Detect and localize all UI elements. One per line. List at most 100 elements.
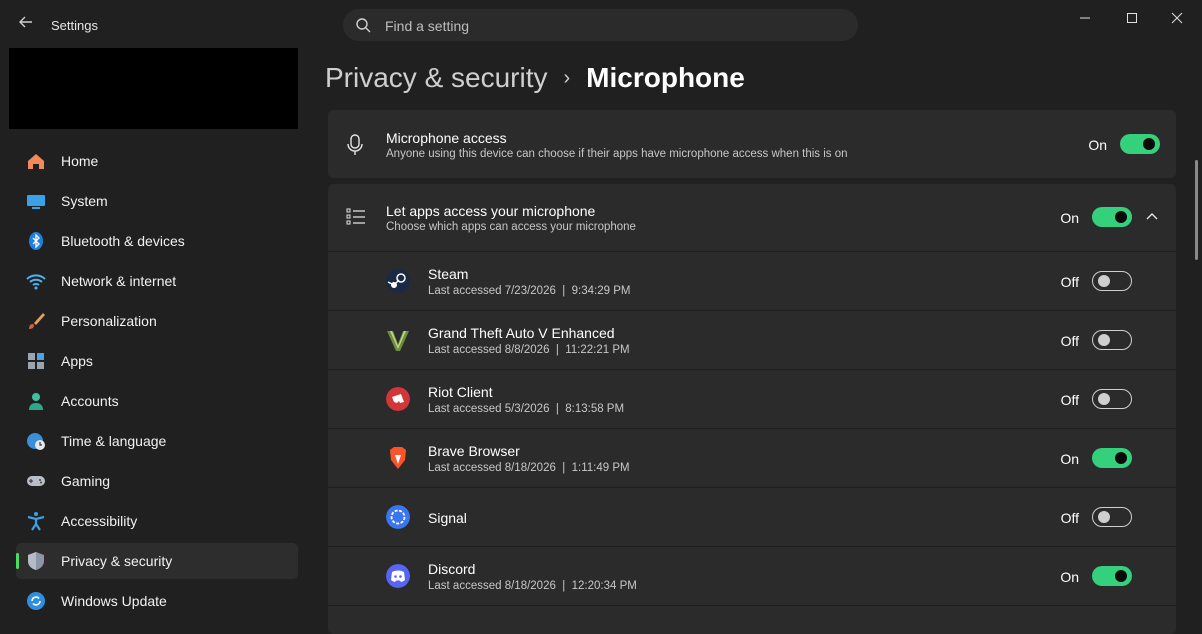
app-toggle[interactable] bbox=[1092, 507, 1132, 527]
close-icon[interactable] bbox=[1162, 8, 1192, 28]
gta-icon bbox=[387, 331, 409, 351]
apps-access-subtitle: Choose which apps can access your microp… bbox=[386, 221, 636, 233]
search-box[interactable] bbox=[343, 9, 858, 43]
signal-icon bbox=[386, 505, 410, 529]
microphone-access-title: Microphone access bbox=[386, 130, 507, 146]
apps-access-card: Let apps access your microphone Choose w… bbox=[328, 184, 1176, 634]
apps-access-header[interactable]: Let apps access your microphone Choose w… bbox=[328, 184, 1176, 251]
globe-clock-icon bbox=[27, 433, 45, 450]
sidebar-item-gaming[interactable]: Gaming bbox=[16, 463, 298, 499]
sidebar-item-home[interactable]: Home bbox=[16, 143, 298, 179]
apps-access-toggle[interactable] bbox=[1092, 207, 1132, 227]
back-arrow-icon[interactable] bbox=[16, 14, 36, 34]
page-title: Microphone bbox=[586, 62, 745, 93]
app-row-gta: Grand Theft Auto V Enhanced Last accesse… bbox=[328, 311, 1176, 369]
chevron-right-icon: › bbox=[563, 66, 571, 89]
app-state: Off bbox=[1060, 392, 1079, 408]
app-last-accessed: Last accessed 8/18/2026 | 1:11:49 PM bbox=[428, 462, 630, 474]
app-toggle[interactable] bbox=[1092, 389, 1132, 409]
system-icon bbox=[27, 195, 45, 209]
microphone-access-toggle[interactable] bbox=[1120, 134, 1160, 154]
sidebar-nav: Home System Bluetooth & devices Network … bbox=[16, 143, 298, 623]
sidebar-item-bluetooth[interactable]: Bluetooth & devices bbox=[16, 223, 298, 259]
sidebar-item-label: Network & internet bbox=[61, 273, 177, 289]
sidebar-item-label: Home bbox=[61, 153, 99, 169]
sidebar-item-label: Time & language bbox=[61, 433, 167, 449]
sidebar-item-label: Accessibility bbox=[61, 513, 138, 529]
sidebar-item-label: Windows Update bbox=[61, 593, 167, 609]
breadcrumb: Privacy & security › Microphone bbox=[325, 58, 745, 98]
brave-icon bbox=[390, 447, 406, 469]
sidebar-item-time-language[interactable]: Time & language bbox=[16, 423, 298, 459]
sidebar-item-accessibility[interactable]: Accessibility bbox=[16, 503, 298, 539]
app-state: On bbox=[1060, 451, 1079, 467]
app-last-accessed: Last accessed 8/8/2026 | 11:22:21 PM bbox=[428, 344, 630, 356]
app-last-accessed: Last accessed 7/23/2026 | 9:34:29 PM bbox=[428, 285, 631, 297]
sidebar-item-accounts[interactable]: Accounts bbox=[16, 383, 298, 419]
brush-icon bbox=[29, 313, 45, 329]
app-title: Settings bbox=[51, 18, 98, 33]
accounts-icon bbox=[29, 393, 43, 410]
scrollbar[interactable] bbox=[1195, 160, 1198, 260]
sidebar-item-label: System bbox=[61, 193, 108, 209]
microphone-access-subtitle: Anyone using this device can choose if t… bbox=[386, 148, 848, 160]
wifi-icon bbox=[26, 274, 46, 290]
riot-icon bbox=[386, 387, 410, 411]
app-toggle[interactable] bbox=[1092, 566, 1132, 586]
sidebar-item-windows-update[interactable]: Windows Update bbox=[16, 583, 298, 619]
search-icon bbox=[356, 18, 371, 33]
microphone-access-card: Microphone access Anyone using this devi… bbox=[328, 110, 1176, 178]
app-name: Grand Theft Auto V Enhanced bbox=[428, 325, 615, 341]
list-icon bbox=[346, 208, 365, 225]
app-state: On bbox=[1060, 569, 1079, 585]
sidebar-item-system[interactable]: System bbox=[16, 183, 298, 219]
home-icon bbox=[28, 154, 44, 169]
shield-icon bbox=[28, 552, 44, 570]
sidebar-item-label: Privacy & security bbox=[61, 553, 173, 569]
account-card[interactable] bbox=[9, 48, 298, 129]
app-toggle[interactable] bbox=[1092, 271, 1132, 291]
app-row-signal: Signal Off bbox=[328, 488, 1176, 546]
app-name: Steam bbox=[428, 266, 469, 282]
app-row-riot: Riot Client Last accessed 5/3/2026 | 8:1… bbox=[328, 370, 1176, 428]
sidebar-item-network[interactable]: Network & internet bbox=[16, 263, 298, 299]
sidebar-item-personalization[interactable]: Personalization bbox=[16, 303, 298, 339]
app-row-brave: Brave Browser Last accessed 8/18/2026 | … bbox=[328, 429, 1176, 487]
bluetooth-icon bbox=[29, 232, 43, 250]
chevron-up-icon[interactable] bbox=[1145, 211, 1159, 221]
maximize-icon[interactable] bbox=[1117, 8, 1147, 28]
apps-access-state: On bbox=[1060, 210, 1079, 226]
sidebar-item-label: Bluetooth & devices bbox=[61, 233, 185, 249]
sidebar-item-label: Personalization bbox=[61, 313, 157, 329]
minimize-icon[interactable] bbox=[1070, 8, 1100, 28]
app-state: Off bbox=[1060, 333, 1079, 349]
app-state: Off bbox=[1060, 510, 1079, 526]
divider bbox=[328, 605, 1176, 606]
app-last-accessed: Last accessed 5/3/2026 | 8:13:58 PM bbox=[428, 403, 625, 415]
app-name: Signal bbox=[428, 510, 467, 526]
sidebar-item-privacy-security[interactable]: Privacy & security bbox=[16, 543, 298, 579]
app-name: Discord bbox=[428, 561, 476, 577]
apps-access-title: Let apps access your microphone bbox=[386, 203, 596, 219]
app-state: Off bbox=[1060, 274, 1079, 290]
discord-icon bbox=[386, 564, 410, 588]
update-icon bbox=[27, 592, 45, 610]
app-last-accessed: Last accessed 8/18/2026 | 12:20:34 PM bbox=[428, 580, 637, 592]
app-name: Brave Browser bbox=[428, 443, 520, 459]
app-toggle[interactable] bbox=[1092, 330, 1132, 350]
app-toggle[interactable] bbox=[1092, 448, 1132, 468]
sidebar-item-apps[interactable]: Apps bbox=[16, 343, 298, 379]
search-input[interactable] bbox=[383, 9, 827, 43]
app-name: Riot Client bbox=[428, 384, 493, 400]
breadcrumb-parent[interactable]: Privacy & security bbox=[325, 62, 548, 94]
microphone-icon bbox=[347, 134, 363, 155]
sidebar-item-label: Gaming bbox=[61, 473, 111, 489]
accessibility-icon bbox=[27, 512, 45, 531]
microphone-access-state: On bbox=[1088, 137, 1107, 153]
app-row-discord: Discord Last accessed 8/18/2026 | 12:20:… bbox=[328, 547, 1176, 605]
apps-icon bbox=[28, 353, 44, 369]
sidebar-item-label: Apps bbox=[61, 353, 93, 369]
steam-icon bbox=[386, 269, 410, 293]
gamepad-icon bbox=[27, 476, 45, 486]
sidebar-item-label: Accounts bbox=[61, 393, 119, 409]
